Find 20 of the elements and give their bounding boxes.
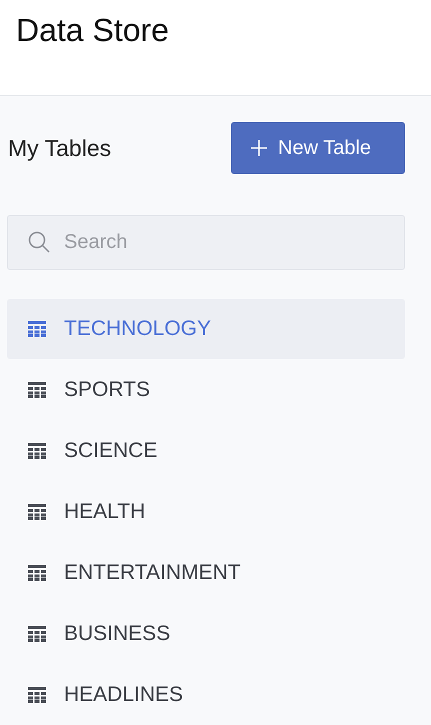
table-icon	[28, 626, 46, 642]
table-icon	[28, 687, 46, 703]
section-heading: My Tables	[7, 134, 112, 162]
table-list-item[interactable]: TECHNOLOGY	[7, 299, 405, 359]
table-list-item[interactable]: ENTERTAINMENT	[7, 543, 405, 603]
search-icon	[27, 230, 51, 254]
table-list-item[interactable]: SCIENCE	[7, 421, 405, 481]
page-title: Data Store	[16, 12, 170, 49]
new-table-button[interactable]: New Table	[231, 122, 405, 174]
table-list-item[interactable]: HEADLINES	[7, 665, 405, 725]
table-icon	[28, 443, 46, 459]
table-icon	[28, 382, 46, 398]
search-field[interactable]: Search	[7, 215, 405, 270]
table-list-item[interactable]: SPORTS	[7, 360, 405, 420]
table-icon	[28, 504, 46, 520]
table-icon	[28, 321, 46, 337]
table-list-item[interactable]: HEALTH	[7, 482, 405, 542]
table-list-item[interactable]: BUSINESS	[7, 604, 405, 664]
table-icon	[28, 565, 46, 581]
plus-icon	[250, 139, 268, 157]
